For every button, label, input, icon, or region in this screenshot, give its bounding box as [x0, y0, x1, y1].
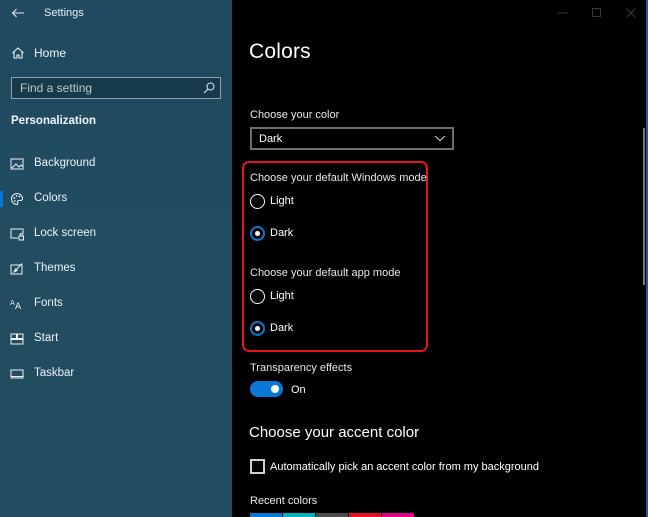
sidebar-item-colors[interactable]: Colors [0, 184, 232, 214]
section-title: Personalization [11, 115, 96, 127]
app-title: Settings [44, 7, 84, 19]
color-swatch[interactable] [382, 513, 414, 517]
back-arrow-icon [11, 8, 24, 18]
search-input[interactable] [12, 78, 197, 98]
color-swatch[interactable] [349, 513, 381, 517]
themes-icon [10, 263, 23, 275]
app-mode-label: Choose your default app mode [250, 267, 401, 279]
palette-icon [11, 192, 24, 206]
lock-screen-icon [10, 228, 24, 241]
fonts-icon: AA [10, 299, 22, 311]
minimize-icon [558, 12, 568, 14]
taskbar-icon [10, 369, 24, 379]
radio-button[interactable] [250, 289, 265, 304]
sidebar-item-themes[interactable]: Themes [0, 254, 232, 284]
sidebar-item-label: Start [34, 332, 59, 344]
svg-text:A: A [15, 302, 22, 311]
sidebar: Settings Home Personalization Background… [0, 0, 232, 517]
checkbox-label: Automatically pick an accent color from … [270, 461, 540, 473]
chevron-down-icon [434, 135, 446, 142]
sidebar-item-label: Taskbar [34, 367, 75, 379]
choose-color-label: Choose your color [250, 109, 340, 121]
window-controls [546, 0, 648, 26]
picture-icon [10, 158, 24, 170]
sidebar-item-lock-screen[interactable]: Lock screen [0, 219, 232, 249]
sidebar-item-label: Themes [34, 262, 76, 274]
accent-color-heading: Choose your accent color [249, 424, 420, 441]
close-icon [626, 8, 636, 18]
minimize-button[interactable] [546, 0, 580, 26]
sidebar-item-label: Background [34, 157, 96, 169]
sidebar-home[interactable]: Home [0, 42, 232, 66]
scrollbar[interactable] [643, 128, 645, 285]
sidebar-item-taskbar[interactable]: Taskbar [0, 359, 232, 389]
sidebar-item-start[interactable]: Start [0, 324, 232, 354]
sidebar-item-label: Colors [34, 192, 68, 204]
maximize-button[interactable] [580, 0, 614, 26]
color-swatch[interactable] [316, 513, 348, 517]
windows-mode-label: Choose your default Windows mode [250, 172, 427, 184]
sidebar-item-label: Fonts [34, 297, 63, 309]
start-icon [10, 333, 24, 345]
radio-label: Light [270, 195, 294, 207]
transparency-toggle[interactable] [250, 381, 283, 397]
sidebar-item-fonts[interactable]: AA Fonts [0, 289, 232, 319]
radio-label: Light [270, 290, 294, 302]
search-box[interactable] [11, 77, 221, 99]
home-label: Home [34, 46, 67, 60]
radio-button-checked[interactable] [250, 226, 265, 241]
main-pane: Colors Choose your color Dark Choose you… [232, 0, 648, 517]
transparency-label: Transparency effects [250, 362, 353, 374]
sidebar-item-background[interactable]: Background [0, 149, 232, 179]
search-icon[interactable] [202, 81, 216, 95]
page-title: Colors [249, 40, 311, 63]
sidebar-item-label: Lock screen [34, 227, 97, 239]
radio-label: Dark [270, 227, 294, 239]
choose-color-dropdown[interactable]: Dark [250, 127, 454, 150]
color-swatch[interactable] [250, 513, 282, 517]
color-swatch[interactable] [283, 513, 315, 517]
toggle-state-label: On [291, 384, 306, 396]
selection-indicator [0, 191, 3, 207]
maximize-icon [592, 8, 601, 17]
recent-colors-label: Recent colors [250, 495, 318, 507]
auto-accent-checkbox[interactable] [250, 459, 265, 474]
close-button[interactable] [614, 0, 648, 26]
back-button[interactable] [8, 4, 28, 22]
dropdown-value: Dark [259, 133, 283, 145]
home-icon [12, 47, 24, 59]
radio-button-checked[interactable] [250, 321, 265, 336]
recent-colors [250, 513, 414, 517]
radio-label: Dark [270, 322, 294, 334]
radio-button[interactable] [250, 194, 265, 209]
